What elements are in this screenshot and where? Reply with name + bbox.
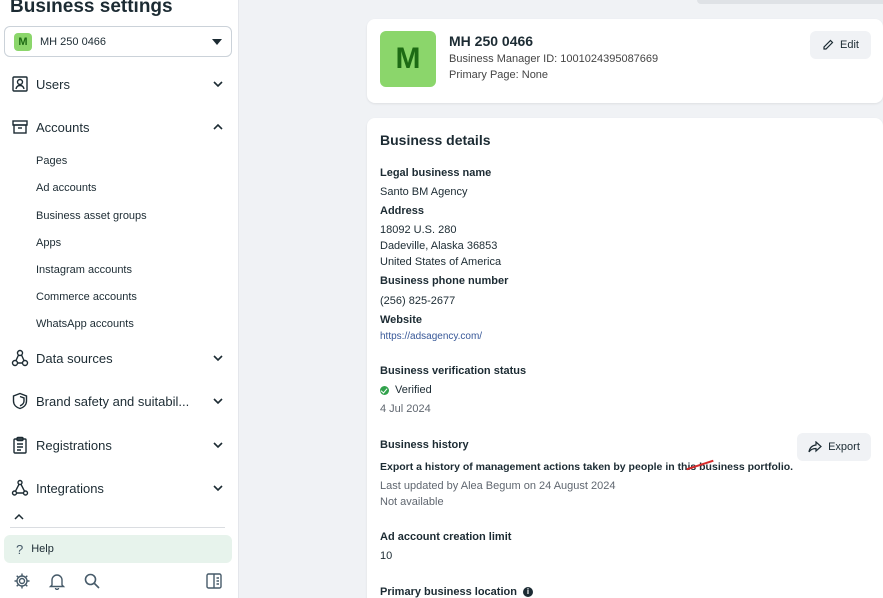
legal-name-value: Santo BM Agency [380, 186, 468, 198]
verification-status-text: Verified [395, 384, 432, 396]
ad-limit-label: Ad account creation limit [380, 531, 512, 543]
info-icon[interactable]: i [522, 586, 533, 597]
divider [10, 527, 225, 528]
sidebar-item-label: Data sources [36, 350, 113, 366]
primary-location-text: Primary business location [380, 586, 517, 598]
page-title: Business settings [10, 0, 173, 17]
history-description: Export a history of management actions t… [380, 461, 794, 473]
integrations-icon [10, 478, 30, 498]
address-label: Address [380, 205, 425, 217]
verification-date: 4 Jul 2024 [380, 403, 431, 415]
sidebar-item-accounts[interactable]: Accounts [10, 114, 225, 140]
sidebar-subitem-commerce-accounts[interactable]: Commerce accounts [36, 291, 137, 303]
legal-name-label: Legal business name [380, 167, 492, 179]
accounts-icon [10, 117, 30, 137]
export-button[interactable]: Export [797, 433, 871, 461]
verification-status: Verified [380, 384, 432, 396]
history-availability: Not available [380, 496, 444, 508]
users-icon [10, 74, 30, 94]
website-link[interactable]: https://adsagency.com/ [380, 331, 482, 342]
chevron-up-icon [12, 513, 26, 521]
sidebar-item-label: Brand safety and suitabil... [36, 393, 190, 409]
sidebar-item-label: Users [36, 76, 70, 92]
sidebar-item-label: Registrations [36, 437, 112, 453]
account-name: MH 250 0466 [40, 35, 107, 48]
export-label: Export [828, 441, 860, 453]
sidebar-item-label: Accounts [36, 119, 90, 135]
ad-limit-value: 10 [380, 550, 393, 562]
help-label: Help [31, 543, 54, 555]
edit-button[interactable]: Edit [810, 31, 871, 59]
address-line-2: Dadeville, Alaska 36853 [380, 240, 498, 252]
sidebar-item-registrations[interactable]: Registrations [10, 432, 225, 458]
sidebar-item-integrations[interactable]: Integrations [10, 475, 225, 501]
bell-icon[interactable] [47, 571, 67, 591]
chevron-down-icon [211, 481, 225, 495]
sidebar-subitem-whatsapp-accounts[interactable]: WhatsApp accounts [36, 318, 134, 330]
history-label: Business history [380, 439, 469, 451]
settings-gear-icon[interactable] [12, 571, 32, 591]
help-button[interactable]: ? Help [4, 535, 232, 563]
website-label: Website [380, 314, 422, 326]
search-icon[interactable] [82, 571, 102, 591]
sidebar-item-data-sources[interactable]: Data sources [10, 345, 225, 371]
chevron-up-icon [211, 120, 225, 134]
clipboard-icon [10, 435, 30, 455]
edit-label: Edit [840, 39, 859, 51]
chevron-down-icon [211, 77, 225, 91]
history-updated: Last updated by Alea Begum on 24 August … [380, 480, 616, 492]
sidebar-item-label: Integrations [36, 480, 104, 496]
account-avatar: M [14, 32, 32, 51]
check-circle-icon [380, 385, 389, 395]
business-name: MH 250 0466 [449, 33, 534, 49]
question-icon: ? [16, 541, 24, 557]
caret-down-icon [212, 38, 222, 45]
pencil-icon [823, 39, 834, 50]
sidebar-subitem-business-asset-groups[interactable]: Business asset groups [36, 210, 147, 222]
shield-icon [10, 391, 30, 411]
primary-location-label: Primary business location i [380, 586, 533, 598]
business-manager-id: Business Manager ID: 1001024395087669 [449, 53, 659, 65]
panel-toggle-icon[interactable] [204, 571, 224, 591]
phone-value: (256) 825-2677 [380, 295, 456, 307]
sidebar-subitem-pages[interactable]: Pages [36, 155, 67, 167]
account-selector[interactable]: M MH 250 0466 [4, 26, 232, 57]
sidebar: Business settings M MH 250 0466 Users Ac… [0, 0, 239, 598]
primary-page: Primary Page: None [449, 69, 549, 81]
section-heading: Business details [380, 132, 491, 148]
verification-label: Business verification status [380, 365, 527, 377]
share-arrow-icon [808, 441, 822, 453]
address-line-3: United States of America [380, 256, 502, 268]
chevron-down-icon [211, 394, 225, 408]
sidebar-item-brand-safety[interactable]: Brand safety and suitabil... [10, 388, 225, 414]
business-avatar: M [380, 31, 436, 87]
chevron-down-icon [211, 438, 225, 452]
sidebar-subitem-instagram-accounts[interactable]: Instagram accounts [36, 264, 132, 276]
data-sources-icon [10, 348, 30, 368]
top-bar-edge [697, 0, 883, 4]
business-details-card: Business details Legal business name San… [367, 118, 883, 598]
address-line-1: 18092 U.S. 280 [380, 224, 457, 236]
sidebar-subitem-ad-accounts[interactable]: Ad accounts [36, 182, 97, 194]
phone-label: Business phone number [380, 275, 509, 287]
sidebar-subitem-apps[interactable]: Apps [36, 237, 61, 249]
business-profile-card: M MH 250 0466 Business Manager ID: 10010… [367, 19, 883, 103]
chevron-down-icon [211, 351, 225, 365]
sidebar-item-users[interactable]: Users [10, 71, 225, 97]
